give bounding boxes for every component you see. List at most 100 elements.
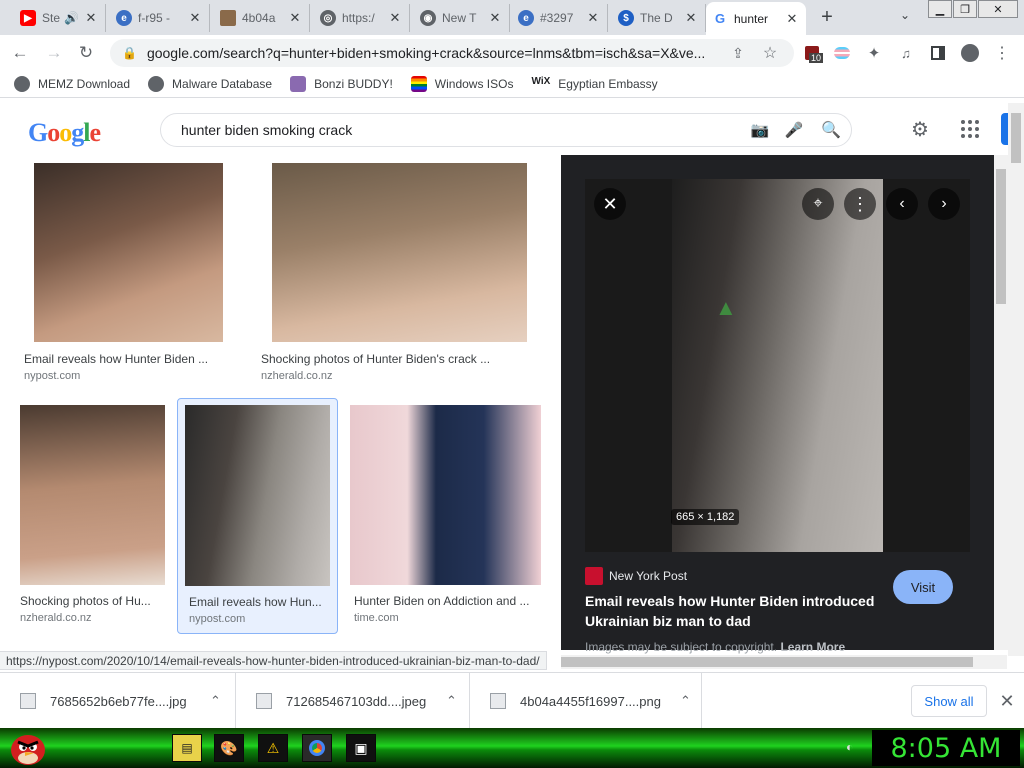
media-icon[interactable]: ♫: [894, 41, 918, 65]
preview-source[interactable]: New York Post: [585, 567, 687, 585]
window-icon[interactable]: ▣: [346, 734, 376, 762]
result-caption[interactable]: Email reveals how Hunter Biden ...: [24, 352, 224, 366]
chevron-up-icon[interactable]: ⌃: [446, 693, 457, 709]
tab-6[interactable]: e #3297 ✕: [512, 4, 608, 32]
taskbar-clock[interactable]: 8:05 AM: [872, 730, 1020, 766]
preview-image[interactable]: [672, 179, 883, 552]
close-icon[interactable]: ✕: [487, 10, 503, 26]
search-input[interactable]: hunter biden smoking crack: [181, 122, 743, 138]
camera-icon[interactable]: 📷: [743, 121, 777, 139]
side-panel-icon[interactable]: [926, 41, 950, 65]
tab-5[interactable]: ◉ New T ✕: [414, 4, 510, 32]
profile-avatar[interactable]: [958, 41, 982, 65]
download-item[interactable]: 4b04a4455f16997....png ⌃: [470, 673, 702, 729]
result-thumbnail[interactable]: [350, 405, 541, 585]
visit-button[interactable]: Visit: [893, 570, 953, 604]
back-arrow-icon[interactable]: ←: [8, 41, 32, 65]
scrollbar-thumb[interactable]: [996, 169, 1006, 304]
close-icon[interactable]: ✕: [387, 10, 403, 26]
volume-icon[interactable]: ◐: [846, 740, 862, 756]
flag-extension-icon[interactable]: [830, 41, 854, 65]
bookmark-bonzi-buddy[interactable]: Bonzi BUDDY!: [290, 75, 393, 92]
lens-icon[interactable]: ⌖: [802, 188, 834, 220]
next-arrow-icon[interactable]: ›: [928, 188, 960, 220]
result-caption[interactable]: Shocking photos of Hu...: [20, 594, 160, 608]
scrollbar-thumb[interactable]: [1011, 113, 1021, 163]
close-icon[interactable]: ✕: [784, 11, 800, 27]
result-thumbnail[interactable]: [272, 163, 527, 342]
page-scrollbar[interactable]: [1008, 103, 1024, 656]
address-bar[interactable]: 🔒 google.com/search?q=hunter+biden+smoki…: [110, 39, 794, 67]
previous-arrow-icon[interactable]: ‹: [886, 188, 918, 220]
tab-active-google[interactable]: G hunter ✕: [706, 2, 806, 35]
maximize-button[interactable]: ❐: [953, 0, 977, 18]
tab-youtube[interactable]: ▶ Ste 🔊 ✕: [14, 4, 106, 32]
desktop: ▶ Ste 🔊 ✕ e f-r95 - ✕ 4b04a ✕ ◎ https:/ …: [0, 0, 1024, 768]
horizontal-scrollbar[interactable]: [561, 655, 1007, 669]
share-icon[interactable]: ⇪: [726, 41, 750, 65]
bookmarks-bar: MEMZ Download Malware Database Bonzi BUD…: [0, 70, 1024, 98]
bookmark-windows-isos[interactable]: Windows ISOs: [410, 75, 513, 92]
close-window-button[interactable]: ✕: [978, 0, 1018, 18]
new-tab-button[interactable]: +: [816, 6, 838, 28]
reload-icon[interactable]: ↻: [74, 41, 98, 65]
chevron-up-icon[interactable]: ⌃: [210, 693, 221, 709]
dollar-icon: $: [618, 10, 634, 26]
close-icon[interactable]: ✕: [83, 10, 99, 26]
result-caption[interactable]: Email reveals how Hun...: [189, 595, 325, 609]
tab-3[interactable]: 4b04a ✕: [214, 4, 310, 32]
more-options-icon[interactable]: ⋮: [844, 188, 876, 220]
learn-more-link[interactable]: Learn More: [780, 640, 845, 654]
paint-icon[interactable]: 🎨: [214, 734, 244, 762]
gear-icon[interactable]: ⚙: [906, 117, 934, 145]
menu-dots-icon[interactable]: ⋮: [990, 41, 1014, 65]
image-result[interactable]: Email reveals how Hunter Biden ... nypos…: [20, 155, 240, 385]
result-caption[interactable]: Hunter Biden on Addiction and ...: [354, 594, 539, 608]
microphone-icon[interactable]: 🎤: [777, 121, 811, 139]
scrollbar-thumb[interactable]: [561, 657, 973, 667]
chevron-up-icon[interactable]: ⌃: [680, 693, 691, 709]
folder-icon[interactable]: ▤: [172, 734, 202, 762]
google-logo[interactable]: Google: [28, 118, 101, 148]
download-item[interactable]: 712685467103dd....jpeg ⌃: [236, 673, 470, 729]
tab-7[interactable]: $ The D ✕: [612, 4, 706, 32]
result-thumbnail[interactable]: [34, 163, 223, 342]
close-icon[interactable]: ✕: [187, 10, 203, 26]
forward-arrow-icon[interactable]: →: [42, 41, 66, 65]
extension-shield-icon[interactable]: 10: [800, 41, 824, 65]
search-icon[interactable]: 🔍: [811, 120, 851, 140]
preview-title[interactable]: Email reveals how Hunter Biden introduce…: [585, 591, 895, 631]
bookmark-malware-database[interactable]: Malware Database: [148, 75, 272, 92]
tab-2[interactable]: e f-r95 - ✕: [110, 4, 210, 32]
close-preview-button[interactable]: ✕: [594, 188, 626, 220]
apps-grid-icon[interactable]: [958, 117, 982, 141]
image-result-selected[interactable]: Email reveals how Hun... nypost.com: [177, 398, 338, 634]
close-icon[interactable]: ✕: [683, 10, 699, 26]
results-scrollbar[interactable]: [994, 155, 1008, 650]
close-icon[interactable]: ✕: [996, 687, 1018, 715]
start-button[interactable]: [6, 728, 50, 768]
chevron-down-icon[interactable]: ⌄: [896, 8, 914, 26]
puzzle-icon[interactable]: ✦: [862, 41, 886, 65]
globe-icon: [14, 75, 30, 92]
search-box[interactable]: hunter biden smoking crack 📷 🎤 🔍: [160, 113, 852, 147]
bookmark-memz[interactable]: MEMZ Download: [14, 75, 130, 92]
image-result[interactable]: Hunter Biden on Addiction and ... time.c…: [345, 399, 545, 629]
tab-title: Ste: [42, 11, 61, 25]
result-thumbnail[interactable]: [20, 405, 165, 585]
star-icon[interactable]: ☆: [758, 41, 782, 65]
image-result[interactable]: Shocking photos of Hunter Biden's crack …: [257, 155, 542, 385]
tab-4[interactable]: ◎ https:/ ✕: [314, 4, 410, 32]
image-result[interactable]: Shocking photos of Hu... nzherald.co.nz: [16, 399, 171, 629]
bookmark-egyptian-embassy[interactable]: WiX Egyptian Embassy: [531, 76, 657, 92]
close-icon[interactable]: ✕: [585, 10, 601, 26]
minimize-button[interactable]: ▁: [928, 0, 952, 18]
chrome-icon[interactable]: [302, 734, 332, 762]
warning-icon[interactable]: ⚠: [258, 734, 288, 762]
close-icon[interactable]: ✕: [287, 10, 303, 26]
result-caption[interactable]: Shocking photos of Hunter Biden's crack …: [261, 352, 531, 366]
show-all-button[interactable]: Show all: [911, 685, 987, 717]
taskbar: ▤ 🎨 ⚠ ▣ ◐ 8:05 AM: [0, 728, 1024, 768]
result-thumbnail[interactable]: [185, 405, 330, 586]
download-item[interactable]: 7685652b6eb77fe....jpg ⌃: [0, 673, 236, 729]
